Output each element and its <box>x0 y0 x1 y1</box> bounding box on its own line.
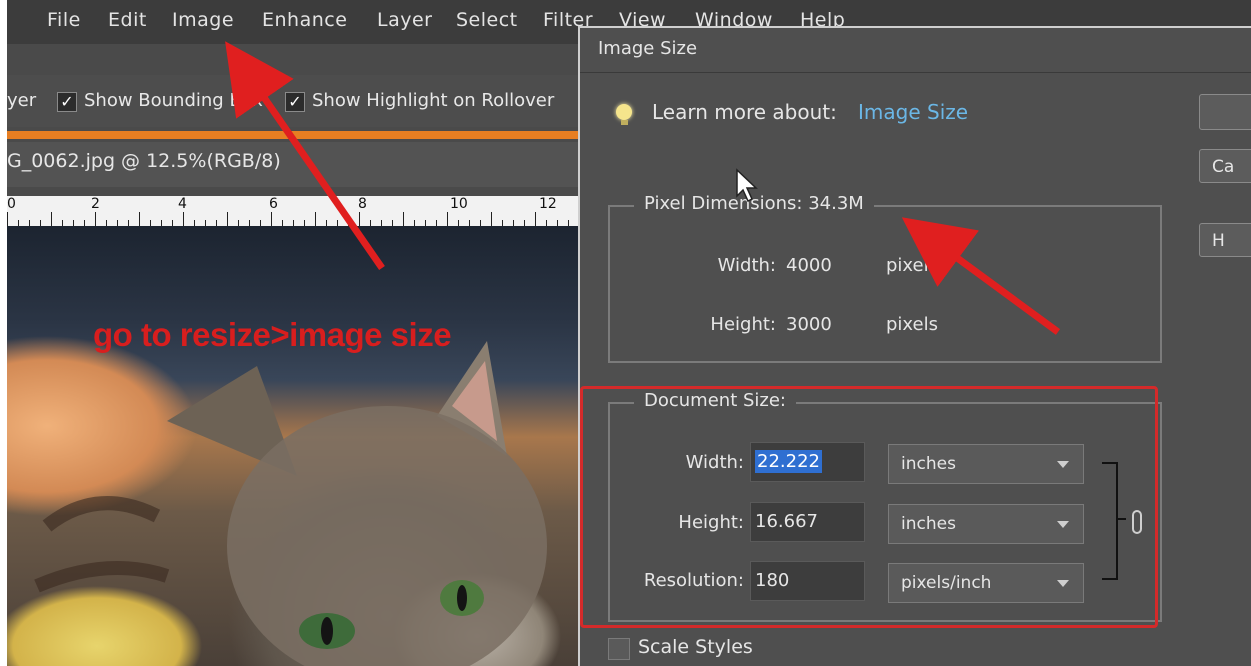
show-highlight-label: Show Highlight on Rollover <box>312 90 555 111</box>
ruler-label: 4 <box>178 196 187 212</box>
cancel-button[interactable]: Ca <box>1199 149 1251 183</box>
image-canvas[interactable]: go to resize>image size <box>7 226 592 666</box>
ruler-label: 10 <box>450 196 468 212</box>
horizontal-ruler: 0 2 4 6 8 10 12 <box>7 196 592 226</box>
annotation-highlight-box <box>580 386 1158 628</box>
show-highlight-checkbox[interactable]: ✓ <box>285 92 305 112</box>
ruler-tick <box>227 212 228 226</box>
pixel-dimensions-group: Pixel Dimensions: 34.3M Width: 4000 pixe… <box>608 193 1162 363</box>
ruler-label: 6 <box>269 196 278 212</box>
help-button[interactable]: H <box>1199 223 1251 257</box>
ruler-tick <box>491 212 492 226</box>
cat-pupil-left <box>321 617 333 645</box>
ruler-label: 8 <box>358 196 367 212</box>
tool-options-bar: yer ✓ Show Bounding Box ✓ Show Highlight… <box>7 75 597 127</box>
menu-edit[interactable]: Edit <box>108 9 147 31</box>
ruler-tick <box>403 212 404 226</box>
menu-enhance[interactable]: Enhance <box>262 9 347 31</box>
lightbulb-icon-base <box>621 120 628 125</box>
ruler-tick <box>51 212 52 226</box>
dialog-title: Image Size <box>598 38 698 59</box>
pixel-height-value: 3000 <box>786 314 832 335</box>
learn-more-label: Learn more about: <box>652 100 837 124</box>
pixel-dimensions-size: 34.3M <box>808 193 864 214</box>
panel-separator <box>7 131 597 139</box>
pixel-width-label: Width: <box>717 255 776 276</box>
blanket-stripes <box>34 496 170 593</box>
options-partial-label: yer <box>7 90 37 111</box>
ruler-tick <box>535 212 536 226</box>
title-divider <box>580 72 1251 73</box>
learn-more-link[interactable]: Image Size <box>858 100 968 124</box>
left-border <box>0 0 7 666</box>
scale-styles-label: Scale Styles <box>638 636 753 658</box>
image-size-dialog: Image Size Learn more about: Image Size … <box>578 26 1251 666</box>
show-bounding-box-checkbox[interactable]: ✓ <box>57 92 77 112</box>
ruler-label: 2 <box>91 196 100 212</box>
mouse-cursor-icon <box>736 168 758 203</box>
ruler-tick <box>359 212 360 226</box>
pixel-height-unit: pixels <box>886 314 938 335</box>
pixel-width-unit: pixels <box>886 255 938 276</box>
ruler-tick <box>271 212 272 226</box>
show-bounding-box-label: Show Bounding Box <box>84 90 263 111</box>
ruler-tick <box>315 212 316 226</box>
ruler-label: 12 <box>539 196 557 212</box>
cat-pupil-right <box>457 585 467 611</box>
ok-button[interactable] <box>1199 94 1251 130</box>
menu-file[interactable]: File <box>47 9 81 31</box>
photoshop-elements-window: File Edit Image Enhance Layer Select Fil… <box>0 0 1251 666</box>
document-tab[interactable]: G_0062.jpg @ 12.5%(RGB/8) <box>7 142 597 187</box>
ruler-tick <box>95 212 96 226</box>
pixel-height-label: Height: <box>710 314 776 335</box>
cat-photo <box>34 341 547 666</box>
ruler-tick <box>139 212 140 226</box>
ruler-tick <box>7 212 8 226</box>
ruler-tick <box>183 212 184 226</box>
ruler-tick <box>447 212 448 226</box>
menu-image[interactable]: Image <box>172 9 234 31</box>
scale-styles-checkbox[interactable] <box>608 638 630 660</box>
document-tab-title: G_0062.jpg @ 12.5%(RGB/8) <box>7 150 281 172</box>
ruler-label: 0 <box>7 196 16 212</box>
annotation-text: go to resize>image size <box>93 316 452 353</box>
menu-layer[interactable]: Layer <box>377 9 432 31</box>
pixel-width-value: 4000 <box>786 255 832 276</box>
lightbulb-icon <box>616 104 632 120</box>
menu-select[interactable]: Select <box>456 9 518 31</box>
